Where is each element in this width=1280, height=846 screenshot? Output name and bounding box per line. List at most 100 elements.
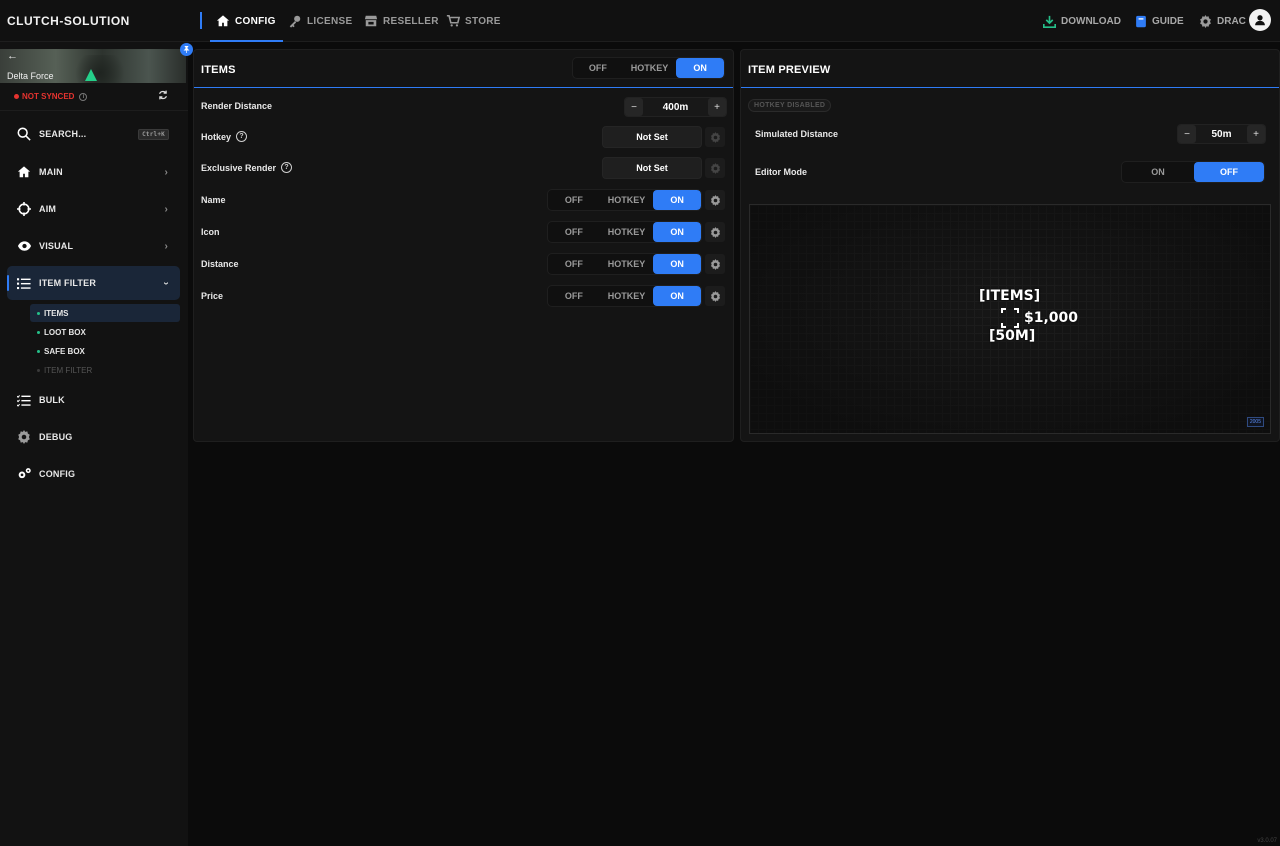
simulated-distance-row-label: Simulated Distance [755,129,838,139]
list-icon [17,277,31,289]
esp-preview-canvas[interactable]: [ITEMS] $1,000 [50M] 2005 [749,204,1271,434]
tab-license[interactable]: LICENSE [288,0,352,42]
decrement-button[interactable]: − [1178,125,1196,143]
editor-mode-on[interactable]: ON [1122,162,1194,182]
tab-reseller[interactable]: RESELLER [364,0,439,42]
simulated-distance-stepper[interactable]: − 50m + [1177,124,1266,144]
chevron-right-icon: › [164,166,168,178]
toggle-on[interactable]: ON [676,58,724,78]
back-arrow-icon[interactable]: ← [7,50,18,62]
toggle-hotkey[interactable]: HOTKEY [600,222,654,242]
sidebar-item-config[interactable]: CONFIG [7,457,180,491]
sidebar-subitem-safe-box-label: SAFE BOX [44,346,85,356]
items-panel-title: ITEMS [201,64,236,76]
key-icon [289,15,301,28]
sidebar-item-debug[interactable]: DEBUG [7,420,180,454]
user-menu[interactable]: DRAC [1199,0,1246,42]
price-label: Price [201,291,224,301]
app-version: v3.0.07 [1257,838,1277,844]
cart-icon [446,14,460,27]
info-icon[interactable]: i [79,92,88,101]
toggle-on[interactable]: ON [653,286,701,306]
avatar[interactable] [1249,9,1271,31]
sidebar-item-visual[interactable]: VISUAL › [7,229,180,263]
toggle-on[interactable]: ON [653,254,701,274]
price-settings-button[interactable] [705,286,725,306]
hotkey-bind-button[interactable]: Not Set [602,126,702,148]
toggle-hotkey[interactable]: HOTKEY [600,254,654,274]
toggle-off[interactable]: OFF [548,286,600,306]
name-label: Name [201,195,226,205]
sidebar-item-main-label: MAIN [39,167,63,177]
tab-config-label: CONFIG [235,15,276,27]
toggle-off[interactable]: OFF [548,222,600,242]
decrement-button[interactable]: − [625,98,643,116]
toggle-hotkey[interactable]: HOTKEY [600,190,654,210]
refresh-icon[interactable] [158,90,168,103]
name-toggle[interactable]: OFF HOTKEY ON [547,189,702,211]
sidebar-subitem-loot-box[interactable]: LOOT BOX [30,323,180,341]
help-icon[interactable]: ? [236,131,248,142]
sidebar-item-bulk[interactable]: BULK [7,383,180,417]
pin-icon[interactable] [180,43,193,56]
icon-label: Icon [201,227,220,237]
download-icon [1043,15,1056,28]
home-icon [216,15,230,27]
search-shortcut: Ctrl+K [138,128,169,140]
sidebar-item-main[interactable]: MAIN › [7,155,180,189]
price-toggle[interactable]: OFF HOTKEY ON [547,285,702,307]
download-button[interactable]: DOWNLOAD [1043,0,1121,42]
tab-config[interactable]: CONFIG [210,0,283,42]
gear-icon [1200,14,1211,28]
icon-toggle[interactable]: OFF HOTKEY ON [547,221,702,243]
sidebar-item-aim[interactable]: AIM › [7,192,180,226]
sidebar-subitem-loot-box-label: LOOT BOX [44,327,86,337]
items-master-toggle[interactable]: OFF HOTKEY ON [572,57,725,79]
distance-settings-button[interactable] [705,254,725,274]
esp-item-distance: [50M] [989,328,1036,344]
icon-settings-button[interactable] [705,222,725,242]
exclusive-render-settings-button[interactable] [705,158,725,178]
name-settings-button[interactable] [705,190,725,210]
chevron-right-icon: › [164,240,168,252]
gear-icon [710,258,720,270]
editor-mode-toggle[interactable]: ON OFF [1121,161,1265,183]
gear-icon [710,194,720,206]
sidebar-item-aim-label: AIM [39,204,57,214]
editor-mode-off[interactable]: OFF [1194,162,1264,182]
distance-toggle[interactable]: OFF HOTKEY ON [547,253,702,275]
exclusive-render-bind-button[interactable]: Not Set [602,157,702,179]
toggle-off[interactable]: OFF [548,190,600,210]
toggle-on[interactable]: ON [653,222,701,242]
increment-button[interactable]: + [1247,125,1265,143]
sidebar-subitem-item-filter[interactable]: ITEM FILTER [30,361,180,379]
sidebar-item-item-filter[interactable]: ITEM FILTER › [7,266,180,300]
gear-icon [18,430,30,444]
book-icon [1136,15,1146,27]
tab-store[interactable]: STORE [446,0,501,42]
search-button[interactable]: SEARCH... Ctrl+K [7,117,180,151]
toggle-hotkey[interactable]: HOTKEY [623,58,677,78]
game-banner[interactable]: ← Delta Force [0,49,186,83]
toggle-off[interactable]: OFF [573,58,623,78]
simulated-distance-value: 50m [1211,128,1232,140]
bullet-icon [37,330,40,334]
guide-button[interactable]: GUIDE [1135,0,1184,42]
preview-corner-badge: 2005 [1246,417,1264,427]
toggle-on[interactable]: ON [653,190,701,210]
render-distance-stepper[interactable]: − 400m + [624,97,727,117]
sidebar-subitem-items-label: ITEMS [44,308,69,318]
hotkey-settings-button[interactable] [705,127,725,147]
editor-mode-row-label: Editor Mode [755,167,807,177]
editor-mode-label: Editor Mode [755,167,807,177]
help-icon[interactable]: ? [281,162,293,173]
sidebar-subitem-items[interactable]: ITEMS [30,304,180,322]
game-name: Delta Force [7,71,54,81]
sidebar-item-bulk-label: BULK [39,395,65,405]
distance-label: Distance [201,259,239,269]
increment-button[interactable]: + [708,98,726,116]
sidebar-subitem-safe-box[interactable]: SAFE BOX [30,342,180,360]
hotkey-disabled-badge: HOTKEY DISABLED [748,99,832,112]
toggle-off[interactable]: OFF [548,254,600,274]
toggle-hotkey[interactable]: HOTKEY [600,286,654,306]
